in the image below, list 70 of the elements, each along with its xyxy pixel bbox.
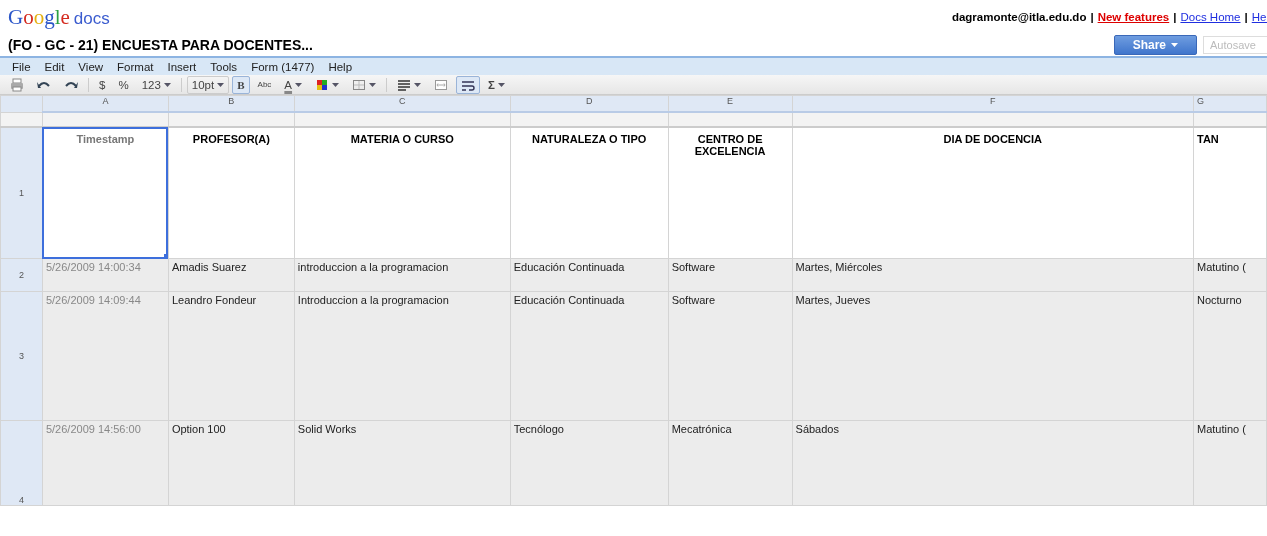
menu-item[interactable]: Insert (160, 60, 204, 73)
table-cell[interactable]: Tecnólogo (510, 420, 669, 506)
merge-cells-icon (434, 77, 449, 92)
toolbar-button[interactable]: 123 (136, 75, 176, 94)
table-cell[interactable]: Educación Continuada (510, 258, 669, 292)
toolbar-button[interactable]: Σ (483, 75, 510, 94)
table-cell[interactable]: Sábados (792, 420, 1194, 506)
column-header[interactable]: D (510, 95, 669, 112)
align-icon (397, 77, 412, 92)
table-cell[interactable]: Leandro Fondeur (168, 291, 295, 421)
table-cell[interactable]: Introduccion a la programacion (294, 291, 511, 421)
print-icon (10, 77, 24, 92)
table-cell[interactable]: Software (668, 258, 793, 292)
menu-item[interactable]: Format (110, 60, 161, 73)
wrap-text-button[interactable] (456, 75, 481, 94)
column-title-cell[interactable]: Timestamp (42, 127, 169, 259)
table-cell[interactable]: Educación Continuada (510, 291, 669, 421)
separator-text: | (1244, 11, 1248, 23)
column-title-cell[interactable]: DIA DE DOCENCIA (792, 127, 1194, 259)
column-title-cell[interactable]: MATERIA O CURSO (294, 127, 511, 259)
separator-text: | (1173, 11, 1177, 23)
row-header[interactable]: 2 (0, 258, 43, 292)
table-cell[interactable]: Martes, Jueves (792, 291, 1194, 421)
toolbar-button[interactable]: % (113, 75, 134, 94)
table-cell[interactable]: Matutino ( (1193, 420, 1267, 506)
table-cell[interactable]: Matutino ( (1193, 258, 1267, 292)
document-title[interactable]: (FO - GC - 21) ENCUESTA PARA DOCENTES... (8, 37, 313, 53)
header-link[interactable]: New features (1097, 11, 1170, 23)
table-cell[interactable]: introduccion a la programacion (294, 258, 511, 292)
product-name: docs (73, 8, 110, 29)
menu-item[interactable]: Tools (203, 60, 245, 73)
toolbar-button[interactable]: B (232, 75, 250, 94)
column-title-cell[interactable]: CENTRO DE EXCELENCIA (668, 127, 793, 259)
table-cell[interactable]: Solid Works (294, 420, 511, 506)
column-header[interactable]: C (294, 95, 511, 112)
menu-item[interactable]: File (5, 60, 38, 73)
toolbar-button[interactable]: $ (94, 75, 111, 94)
toolbar-button[interactable]: Abc (252, 75, 277, 94)
column-header[interactable]: B (168, 95, 295, 112)
row-header[interactable]: 3 (0, 291, 43, 421)
table-cell[interactable]: Nocturno (1193, 291, 1267, 421)
separator-text: | (1090, 11, 1094, 23)
caret-icon (1171, 43, 1178, 47)
share-button[interactable]: Share (1113, 35, 1197, 55)
menu-item[interactable]: Edit (37, 60, 72, 73)
row-header[interactable]: 4 (0, 420, 43, 506)
header-link[interactable]: Docs Home (1180, 11, 1241, 23)
toolbar-button[interactable]: A (279, 75, 308, 94)
toolbar-button[interactable]: 10pt (186, 75, 230, 94)
column-title-cell[interactable]: NATURALEZA O TIPO (510, 127, 669, 259)
table-cell[interactable]: Software (668, 291, 793, 421)
table-cell[interactable]: Amadis Suarez (168, 258, 295, 292)
table-cell[interactable]: Option 100 (168, 420, 295, 506)
column-title-cell[interactable]: PROFESOR(A) (168, 127, 295, 259)
row-header[interactable]: 1 (0, 127, 43, 259)
fill-color-icon (315, 77, 330, 92)
column-header[interactable]: E (668, 95, 793, 112)
column-header[interactable]: F (792, 95, 1194, 112)
table-cell[interactable]: Martes, Miércoles (792, 258, 1194, 292)
user-email: dagramonte@itla.edu.do (951, 11, 1087, 23)
column-header[interactable]: A (42, 95, 169, 112)
menu-item[interactable]: Help (321, 60, 360, 73)
column-title-cell[interactable]: TAN (1193, 127, 1267, 259)
menu-item[interactable]: Form (1477) (244, 60, 322, 73)
menu-item[interactable]: View (71, 60, 111, 73)
column-header[interactable]: G (1193, 95, 1267, 112)
borders-icon (352, 77, 367, 92)
google-logo: Google (8, 4, 70, 30)
table-cell[interactable]: Mecatrónica (668, 420, 793, 506)
autosave-status: Autosave (1203, 36, 1267, 54)
